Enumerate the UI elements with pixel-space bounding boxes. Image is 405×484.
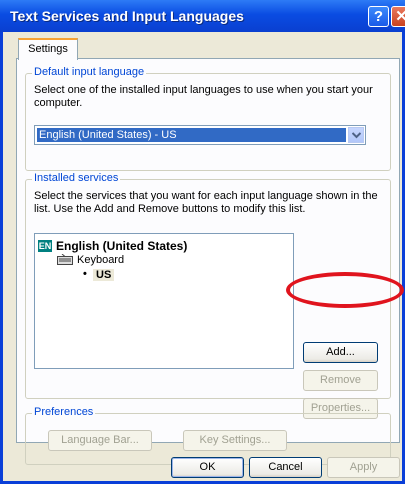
installed-services-tree[interactable]: EN English (United States) Keyboard • US <box>34 233 294 369</box>
chevron-down-icon <box>352 132 361 139</box>
group-legend: Preferences <box>32 406 96 418</box>
close-button[interactable]: ✕ <box>391 6 405 27</box>
dropdown-arrow-button[interactable] <box>348 127 364 143</box>
help-icon: ? <box>373 8 384 25</box>
description-line: Select the services that you want for ea… <box>34 190 378 202</box>
dialog-window: Text Services and Input Languages ? ✕ Se… <box>0 0 405 484</box>
tree-item-layout-us[interactable]: US <box>93 269 115 281</box>
tab-settings[interactable]: Settings <box>18 38 78 60</box>
tree-item-language[interactable]: English (United States) <box>56 239 187 253</box>
group-legend: Default input language <box>32 66 147 78</box>
apply-button[interactable]: Apply <box>327 457 400 478</box>
tree-item-keyboard[interactable]: Keyboard <box>77 254 124 266</box>
help-button[interactable]: ? <box>368 6 389 27</box>
default-language-selected: English (United States) - US <box>37 128 346 142</box>
highlight-circle-annotation <box>286 272 404 308</box>
default-language-dropdown[interactable]: English (United States) - US <box>34 125 366 145</box>
add-button[interactable]: Add... <box>303 342 378 363</box>
settings-tab-panel: Default input language Select one of the… <box>16 58 400 465</box>
ok-button[interactable]: OK <box>171 457 244 478</box>
group-description: Select the services that you want for ea… <box>34 190 378 216</box>
cancel-button[interactable]: Cancel <box>249 457 322 478</box>
language-badge-icon: EN <box>38 240 52 252</box>
tree-bullet-icon: • <box>83 268 87 280</box>
group-legend: Installed services <box>32 172 121 184</box>
description-line: list. Use the Add and Remove buttons to … <box>34 203 306 215</box>
close-icon: ✕ <box>395 8 405 25</box>
title-bar[interactable]: Text Services and Input Languages ? ✕ <box>0 0 405 32</box>
key-settings-button[interactable]: Key Settings... <box>183 430 287 451</box>
window-title: Text Services and Input Languages <box>10 8 244 24</box>
language-bar-button[interactable]: Language Bar... <box>48 430 152 451</box>
keyboard-icon <box>57 254 73 265</box>
description-line: Select one of the installed input langua… <box>34 84 373 96</box>
dialog-client-area: Settings Default input language Select o… <box>3 32 402 481</box>
description-line: computer. <box>34 97 83 109</box>
default-input-language-group: Default input language Select one of the… <box>25 66 391 171</box>
group-description: Select one of the installed input langua… <box>34 84 373 110</box>
remove-button[interactable]: Remove <box>303 370 378 391</box>
